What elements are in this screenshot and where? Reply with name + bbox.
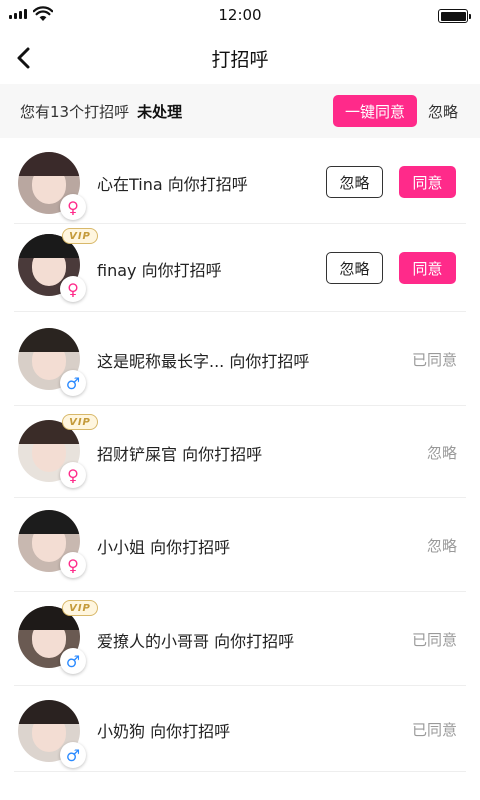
greeting-text: finay 向你打招呼: [97, 261, 222, 280]
greeting-status: 忽略: [426, 444, 457, 462]
greeting-row[interactable]: VIP ♀ finay 向你打招呼 忽略 同意: [0, 224, 480, 312]
ignore-button[interactable]: 忽略: [326, 166, 383, 198]
avatar[interactable]: VIP ♀: [18, 414, 98, 488]
greeting-row[interactable]: ♀ 心在Tina 向你打招呼 忽略 同意: [0, 140, 480, 224]
status-bar: 12:00: [0, 0, 480, 32]
male-icon: ♂: [60, 648, 86, 674]
vip-badge: VIP: [62, 600, 98, 616]
avatar[interactable]: ♂: [18, 328, 86, 396]
avatar[interactable]: ♀: [18, 510, 86, 578]
greeting-text: 小小姐 向你打招呼: [97, 538, 231, 557]
greeting-text: 心在Tina 向你打招呼: [97, 175, 248, 194]
pending-count-text: 您有13个打招呼: [20, 102, 130, 121]
greeting-row[interactable]: ♀ 小小姐 向你打招呼 忽略: [0, 498, 480, 592]
vip-badge: VIP: [62, 228, 98, 244]
accept-button[interactable]: 同意: [399, 252, 456, 284]
female-icon: ♀: [60, 194, 86, 220]
male-icon: ♂: [60, 370, 86, 396]
accept-all-button[interactable]: 一键同意: [333, 95, 417, 127]
clock: 12:00: [218, 6, 262, 24]
avatar[interactable]: ♀: [18, 152, 86, 220]
ignore-button[interactable]: 忽略: [326, 252, 383, 284]
greeting-status: 已同意: [411, 721, 457, 739]
female-icon: ♀: [60, 552, 86, 578]
nav-bar: 打招呼: [0, 32, 480, 84]
greeting-status: 已同意: [411, 351, 457, 369]
pending-status: 未处理: [137, 102, 183, 121]
greeting-status: 已同意: [411, 631, 457, 649]
page-title: 打招呼: [211, 48, 269, 71]
avatar[interactable]: VIP ♀: [18, 228, 98, 302]
row-divider: [14, 771, 466, 772]
vip-badge: VIP: [62, 414, 98, 430]
greeting-row[interactable]: VIP ♂ 爱撩人的小哥哥 向你打招呼 已同意: [0, 592, 480, 686]
male-icon: ♂: [60, 742, 86, 768]
greeting-row[interactable]: ♂ 小奶狗 向你打招呼 已同意: [0, 686, 480, 772]
back-arrow-icon[interactable]: [14, 46, 34, 70]
greeting-row[interactable]: ♂ 这是昵称最长字... 向你打招呼 已同意: [0, 312, 480, 406]
avatar[interactable]: VIP ♂: [18, 600, 98, 674]
ignore-all-button[interactable]: 忽略: [428, 95, 458, 127]
summary-bar: 您有13个打招呼 未处理 一键同意 忽略: [0, 84, 480, 138]
greeting-text: 小奶狗 向你打招呼: [97, 722, 231, 741]
greeting-status: 忽略: [426, 537, 457, 555]
greeting-text: 爱撩人的小哥哥 向你打招呼: [97, 632, 295, 651]
accept-button[interactable]: 同意: [399, 166, 456, 198]
avatar[interactable]: ♂: [18, 700, 86, 768]
battery-icon: [438, 9, 471, 23]
greeting-text: 这是昵称最长字... 向你打招呼: [97, 352, 310, 371]
female-icon: ♀: [60, 276, 86, 302]
greeting-row[interactable]: VIP ♀ 招财铲屎官 向你打招呼 忽略: [0, 406, 480, 498]
female-icon: ♀: [60, 462, 86, 488]
greeting-text: 招财铲屎官 向你打招呼: [97, 445, 263, 464]
